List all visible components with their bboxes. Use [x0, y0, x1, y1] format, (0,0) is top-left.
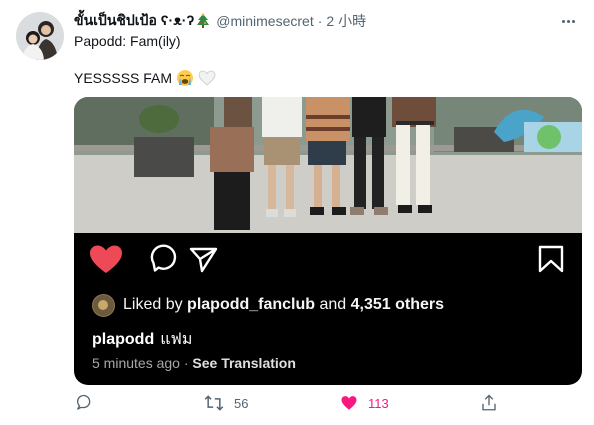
ig-time-ago: 5 minutes ago	[92, 355, 180, 371]
liked-by-prefix: Liked by	[123, 296, 183, 313]
white-heart-icon	[198, 70, 216, 86]
ig-save-icon	[538, 245, 564, 273]
ig-caption-text: แฟม	[160, 331, 193, 348]
tweet-media-card[interactable]: Liked by plapodd_fanclub and 4,351 other…	[74, 97, 582, 385]
christmas-tree-icon	[197, 13, 210, 28]
liked-by-user: plapodd_fanclub	[187, 296, 316, 313]
ig-caption: plapodd แฟม	[92, 327, 192, 352]
ig-liked-by: Liked by plapodd_fanclub and 4,351 other…	[92, 293, 444, 317]
quoted-line: Papodd: Fam(ily)	[74, 33, 181, 49]
share-icon	[482, 394, 496, 411]
tweet-text: YESSSSS FAM	[74, 70, 173, 86]
like-button[interactable]: 113	[340, 394, 389, 412]
instagram-action-bar	[90, 244, 564, 273]
like-count: 113	[368, 395, 389, 411]
ig-share-icon	[189, 247, 218, 273]
author-avatar[interactable]	[16, 12, 64, 60]
avatar-photo	[16, 12, 64, 60]
retweet-icon	[204, 395, 224, 411]
ig-meta: 5 minutes ago · See Translation	[92, 355, 296, 371]
reply-icon	[77, 394, 91, 410]
ig-liker-avatar	[92, 293, 115, 317]
group-photo	[74, 97, 582, 233]
ig-see-translation: See Translation	[192, 355, 296, 371]
retweet-button[interactable]: 56	[204, 394, 248, 412]
tweet-header: ขั้นเป็นชิปเป้อ ʕ·ᴥ·ʔ @minimesecret · 2 …	[74, 11, 578, 31]
liked-by-count: 4,351 others	[350, 296, 445, 313]
liked-by-and: and	[319, 296, 347, 313]
author-name[interactable]: ขั้นเป็นชิปเป้อ ʕ·ᴥ·ʔ	[74, 10, 194, 32]
share-button[interactable]	[480, 394, 498, 412]
loudly-crying-face-icon	[177, 70, 194, 86]
author-handle[interactable]: @minimesecret	[216, 13, 313, 29]
more-options-icon[interactable]	[558, 13, 578, 29]
tweet-time[interactable]: 2 小時	[326, 11, 366, 31]
liked-heart-icon	[341, 396, 357, 410]
separator-dot: ·	[317, 13, 323, 29]
tweet-text-row: YESSSSS FAM	[74, 69, 216, 87]
tweet-action-bar: 56 113	[74, 394, 504, 418]
ig-liked-heart-icon	[90, 245, 122, 273]
ig-comment-icon	[150, 244, 177, 272]
retweet-count: 56	[234, 395, 249, 411]
ig-caption-user: plapodd	[92, 331, 155, 348]
reply-button[interactable]	[74, 394, 92, 412]
